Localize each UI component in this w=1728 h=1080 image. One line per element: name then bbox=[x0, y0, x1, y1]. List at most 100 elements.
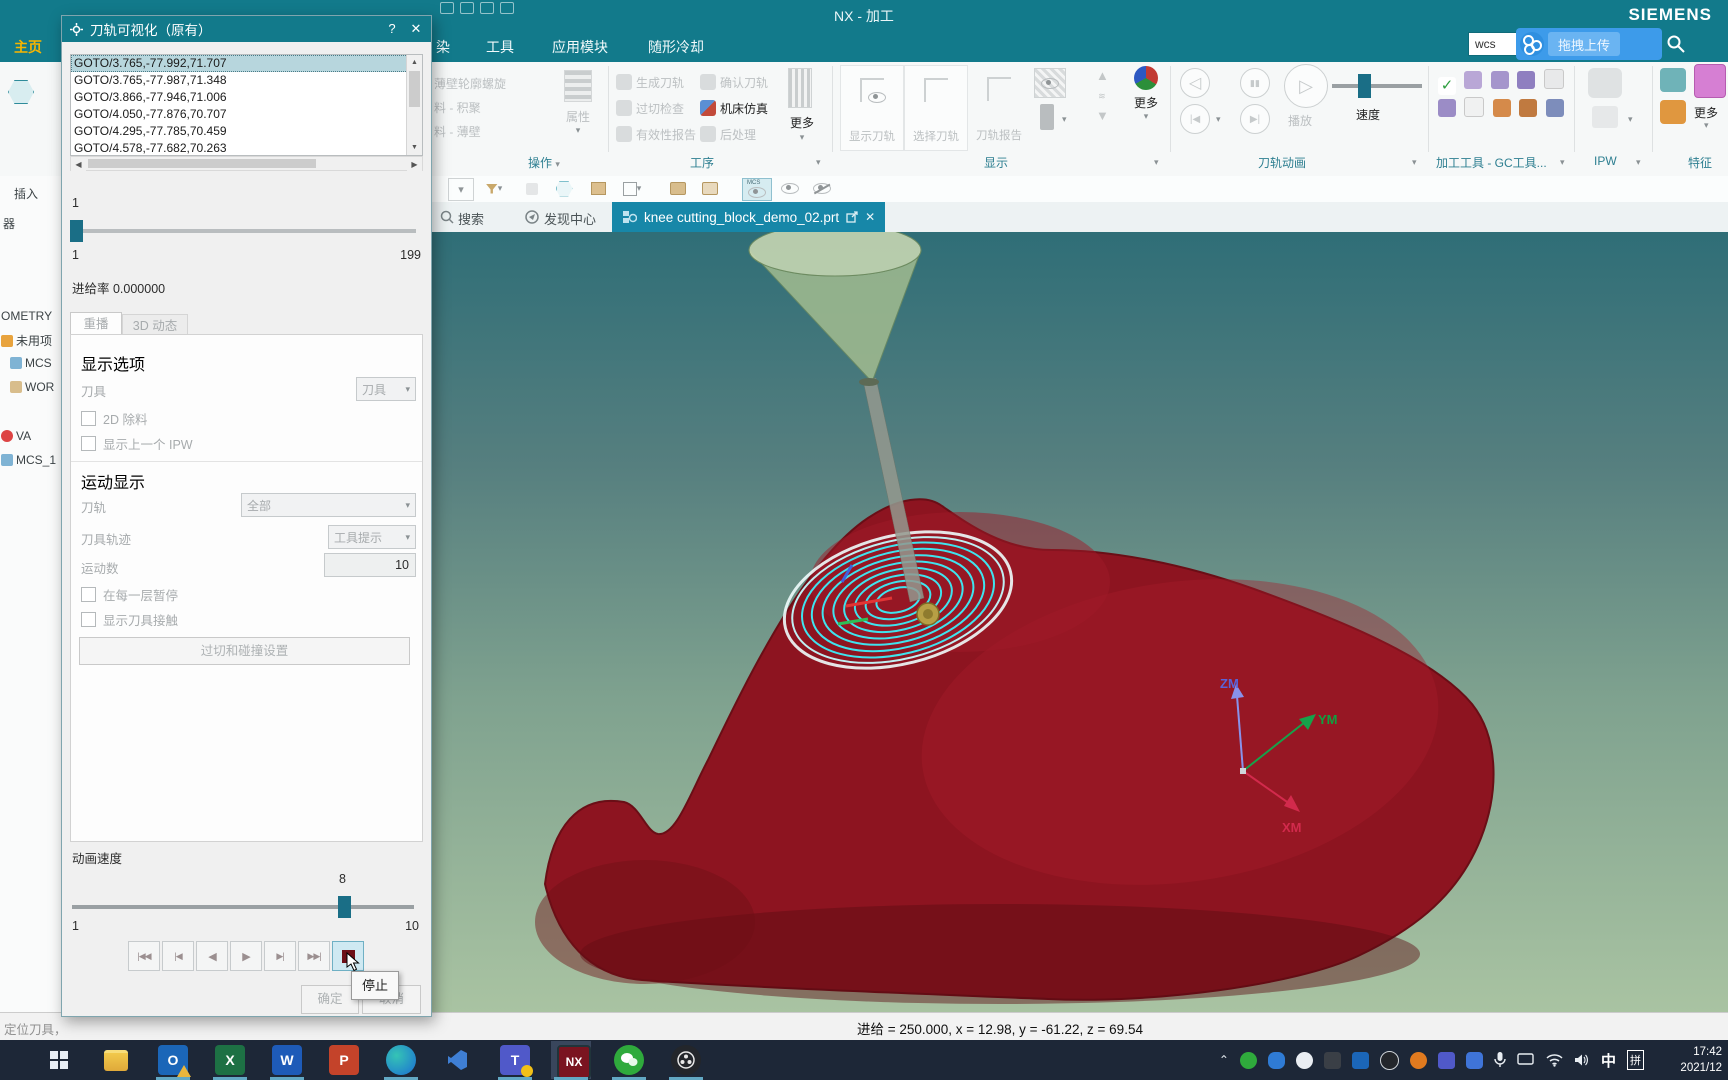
tree-item-unused[interactable]: 未用项 bbox=[1, 332, 52, 349]
tray-wheel-icon[interactable] bbox=[1380, 1051, 1399, 1070]
animation-speed-slider[interactable] bbox=[72, 905, 414, 909]
goto-row[interactable]: GOTO/4.295,-77.785,70.459 bbox=[71, 123, 422, 140]
ime-pinyin-badge[interactable]: 拼 bbox=[1627, 1050, 1644, 1070]
dialog-titlebar[interactable]: 刀轨可视化（原有） ? ✕ bbox=[62, 16, 431, 42]
tray-wifi-icon[interactable] bbox=[1546, 1053, 1563, 1067]
anim-to-start-button[interactable]: |◀ bbox=[1180, 104, 1210, 134]
csys-target-icon[interactable]: ▾ bbox=[620, 178, 644, 199]
close-tab-icon[interactable]: ✕ bbox=[865, 210, 875, 224]
properties-button[interactable]: 属性 bbox=[552, 108, 604, 125]
menu-tools[interactable]: 工具 bbox=[486, 37, 514, 57]
tool-display-icon[interactable] bbox=[1040, 104, 1054, 130]
clamp-tool-icon[interactable] bbox=[1464, 71, 1482, 89]
hide-icon[interactable] bbox=[810, 178, 834, 199]
stamp-tool-icon[interactable] bbox=[1438, 99, 1456, 117]
anim-step-back-button[interactable]: ◁ bbox=[1180, 68, 1210, 98]
dialog-help-icon[interactable]: ? bbox=[383, 20, 401, 38]
tool-trace-dropdown[interactable]: 工具提示▾ bbox=[328, 525, 416, 549]
anim-to-end-button[interactable]: ▶| bbox=[1240, 104, 1270, 134]
feature-more-button[interactable]: 更多 bbox=[1694, 104, 1718, 121]
goto-row[interactable]: GOTO/4.050,-77.876,70.707 bbox=[71, 106, 422, 123]
anim-options-caret-icon[interactable]: ▾ bbox=[1216, 114, 1221, 125]
scroll-down-icon[interactable]: ▼ bbox=[407, 140, 422, 155]
tray-volume-icon[interactable] bbox=[1574, 1053, 1590, 1067]
gouge-check-button[interactable]: 过切检查 bbox=[636, 102, 684, 116]
menu-conformal-cooling[interactable]: 随形冷却 bbox=[648, 37, 704, 57]
postprocess-button[interactable]: 后处理 bbox=[720, 128, 756, 142]
menu-application-modules[interactable]: 应用模块 bbox=[552, 37, 608, 57]
hexagon-sketch-icon[interactable] bbox=[552, 178, 576, 199]
obs-icon[interactable] bbox=[671, 1045, 701, 1075]
progress-slider-handle[interactable] bbox=[70, 220, 83, 242]
list-hscrollbar[interactable]: ◀ ▶ bbox=[70, 156, 423, 171]
tab-part-file[interactable]: knee cutting_block_demo_02.prt ✕ bbox=[612, 202, 885, 232]
brush-tool-icon[interactable] bbox=[1519, 99, 1537, 117]
wcs-cube-icon[interactable] bbox=[586, 178, 610, 199]
group-gc-caret[interactable]: ▾ bbox=[1560, 154, 1565, 168]
progress-slider[interactable] bbox=[70, 229, 416, 233]
edge-icon[interactable] bbox=[386, 1045, 416, 1075]
create-geometry-hex-icon[interactable] bbox=[8, 80, 34, 104]
cmd-removal-1-clipped[interactable]: 料 - 积聚 bbox=[434, 96, 506, 120]
feature-teach-icon[interactable] bbox=[1660, 100, 1686, 124]
process-more-caret-icon[interactable]: ▾ bbox=[784, 132, 820, 143]
level-up-icon[interactable]: ▲ bbox=[1096, 66, 1109, 86]
anim-speed-slider[interactable] bbox=[1332, 84, 1422, 88]
tab-discover-center[interactable]: 发现中心 bbox=[544, 209, 596, 228]
tray-bird-app-icon[interactable] bbox=[1466, 1052, 1483, 1069]
group-animation-caret[interactable]: ▾ bbox=[1412, 154, 1417, 168]
group-ipw-caret[interactable]: ▾ bbox=[1636, 154, 1641, 168]
tab-replay[interactable]: 重播 bbox=[70, 312, 122, 335]
goto-row[interactable]: GOTO/3.765,-77.987,71.348 bbox=[71, 72, 422, 89]
vscode-icon[interactable] bbox=[443, 1045, 473, 1075]
cmd-removal-thinwall-clipped[interactable]: 料 - 薄壁 bbox=[434, 120, 506, 144]
select-toolpath-button[interactable]: 选择刀轨 bbox=[904, 65, 968, 151]
checkbox-show-last-ipw[interactable]: 显示上一个 IPW bbox=[81, 434, 193, 454]
timer-tool-icon[interactable] bbox=[1546, 99, 1564, 117]
wechat-icon[interactable] bbox=[614, 1045, 644, 1075]
word-icon[interactable]: W bbox=[272, 1045, 302, 1075]
scroll-up-icon[interactable]: ▲ bbox=[407, 55, 422, 70]
tray-onedrive-icon[interactable] bbox=[1268, 1052, 1285, 1069]
motion-count-input[interactable]: 10 bbox=[324, 553, 416, 577]
tray-microphone-icon[interactable] bbox=[1494, 1052, 1506, 1068]
snap-icon[interactable] bbox=[520, 178, 544, 199]
document-tool-icon[interactable] bbox=[1464, 97, 1484, 117]
tray-cloud-app-icon[interactable] bbox=[1296, 1052, 1313, 1069]
generate-toolpath-button[interactable]: 生成刀轨 bbox=[636, 76, 684, 90]
play-to-start-button[interactable]: |◀◀ bbox=[128, 941, 160, 971]
toolpath-visualization-dialog[interactable]: 刀轨可视化（原有） ? ✕ GOTO/3.765,-77.992,71.707 … bbox=[61, 15, 432, 1017]
file-explorer-icon[interactable] bbox=[101, 1045, 131, 1075]
cmd-thinwall-spiral[interactable]: 薄壁轮廓螺旋 bbox=[434, 72, 506, 96]
animation-speed-handle[interactable] bbox=[338, 896, 351, 918]
list-vscrollbar[interactable]: ▲ ▼ bbox=[406, 55, 422, 155]
tray-expand-icon[interactable]: ⌃ bbox=[1219, 1053, 1229, 1067]
feature-more-caret-icon[interactable]: ▾ bbox=[1704, 120, 1709, 131]
scroll-right-icon[interactable]: ▶ bbox=[407, 157, 422, 172]
validity-report-button[interactable]: 有效性报告 bbox=[636, 128, 696, 142]
toolpath-report-button[interactable]: 刀轨报告 bbox=[968, 65, 1030, 149]
tree-item-mcs1[interactable]: MCS_1 bbox=[1, 453, 56, 467]
level-down-icon[interactable]: ▼ bbox=[1096, 106, 1109, 126]
display-more-caret-icon[interactable]: ▾ bbox=[1126, 111, 1166, 122]
display-more-button[interactable]: 更多 bbox=[1126, 94, 1166, 111]
process-more-button[interactable]: 更多 bbox=[790, 116, 814, 130]
filter-icon[interactable]: ▾ bbox=[482, 178, 506, 199]
step-back-button[interactable]: |◀ bbox=[162, 941, 194, 971]
fixture-tool-icon[interactable] bbox=[1491, 71, 1509, 89]
tray-3d-viewer-icon[interactable] bbox=[1324, 1052, 1341, 1069]
anim-play-button[interactable]: ▷ bbox=[1284, 64, 1328, 108]
search-icon[interactable] bbox=[1666, 34, 1686, 54]
toolpath-dropdown[interactable]: 全部▾ bbox=[241, 493, 416, 517]
gouge-collision-settings-button[interactable]: 过切和碰撞设置 bbox=[79, 637, 410, 665]
taskbar-clock[interactable]: 17:42 2021/12 bbox=[1680, 1044, 1722, 1076]
group-display-caret[interactable]: ▾ bbox=[1154, 154, 1159, 168]
hscroll-thumb[interactable] bbox=[88, 159, 316, 168]
play-button[interactable]: ▶ bbox=[230, 941, 262, 971]
tray-search-icon[interactable] bbox=[1410, 1052, 1427, 1069]
feature-block-icon[interactable] bbox=[1694, 64, 1726, 98]
ipw-display-icon[interactable] bbox=[1034, 68, 1066, 98]
tab-search[interactable]: 搜索 bbox=[458, 209, 484, 228]
goto-row[interactable]: GOTO/4.578,-77.682,70.263 bbox=[71, 140, 422, 157]
ribbon-tab-home[interactable]: 主页 bbox=[14, 37, 42, 57]
